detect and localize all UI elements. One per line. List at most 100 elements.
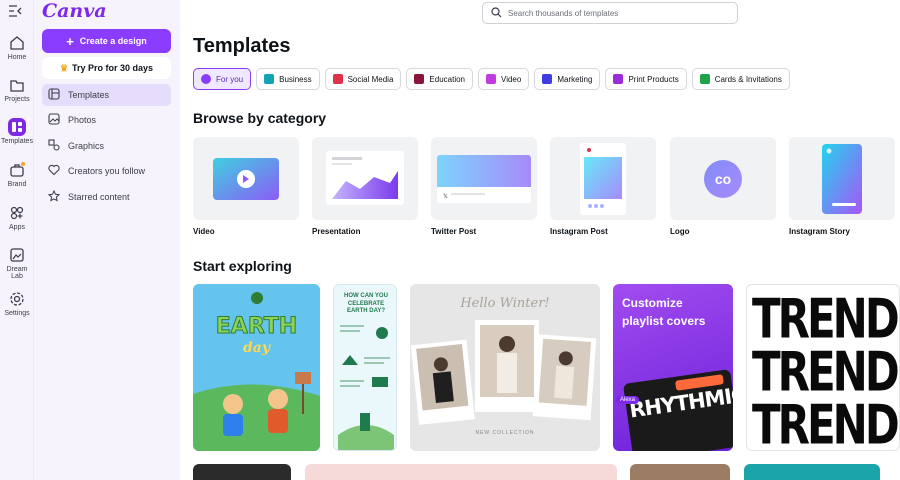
- chip-label: Video: [501, 74, 522, 84]
- star-icon: [47, 189, 61, 204]
- playlist-tag: Alexa: [616, 396, 640, 404]
- chip-label: Social Media: [347, 74, 394, 84]
- canva-logo[interactable]: Canva: [42, 0, 107, 22]
- video-icon: [486, 74, 496, 84]
- explore-heading: Start exploring: [193, 258, 292, 274]
- printer-icon: [613, 74, 624, 84]
- template-trends-text[interactable]: TRENDS TRENDS TRENDS: [746, 284, 900, 451]
- svg-text:𝕏: 𝕏: [443, 193, 448, 200]
- template-earth-day-poster[interactable]: EARTH day: [193, 284, 320, 451]
- sidebar-item-label: Templates: [68, 90, 110, 100]
- browse-heading: Browse by category: [193, 110, 327, 126]
- heart-icon: [48, 164, 60, 178]
- gear-icon: [8, 290, 26, 308]
- category-instagram-story[interactable]: [789, 137, 895, 220]
- sidebar-item-starred[interactable]: Starred content: [42, 186, 171, 208]
- templates-icon: [48, 88, 60, 102]
- sidebar-item-templates[interactable]: Templates: [42, 84, 171, 106]
- chip-label: For you: [216, 74, 244, 84]
- collapse-sidebar-icon[interactable]: [8, 4, 22, 17]
- category-video[interactable]: [193, 137, 299, 220]
- rail-projects[interactable]: Projects: [0, 76, 34, 103]
- apps-icon: [8, 204, 26, 222]
- templates-icon: [8, 118, 26, 136]
- trends-line-3: TRENDS: [752, 393, 899, 451]
- winter-subtitle: NEW COLLECTION: [475, 430, 535, 436]
- create-design-button[interactable]: + Create a design: [42, 29, 171, 53]
- category-label: Instagram Post: [550, 227, 608, 236]
- chip-cards-invitations[interactable]: Cards & Invitations: [691, 68, 790, 90]
- sidebar-item-label: Starred content: [68, 192, 130, 202]
- template-row2-3[interactable]: [630, 464, 730, 480]
- template-row2-1[interactable]: [193, 464, 291, 480]
- rail-home[interactable]: Home: [0, 34, 34, 61]
- search-input[interactable]: Search thousands of templates: [508, 9, 618, 18]
- sidebar-item-graphics[interactable]: Graphics: [42, 135, 171, 157]
- try-pro-button[interactable]: ♛ Try Pro for 30 days: [42, 57, 171, 79]
- earth-day-title: EARTH: [215, 314, 298, 340]
- sidebar-item-photos[interactable]: Photos: [42, 109, 171, 131]
- chip-print-products[interactable]: Print Products: [605, 68, 687, 90]
- sidebar: Canva + Create a design ♛ Try Pro for 30…: [34, 0, 180, 480]
- main-content: Search thousands of templates Templates …: [180, 0, 900, 480]
- megaphone-icon: [542, 74, 553, 84]
- sidebar-item-label: Graphics: [68, 141, 105, 151]
- chip-marketing[interactable]: Marketing: [534, 68, 601, 90]
- rail-brand[interactable]: Brand: [0, 161, 34, 188]
- rail-label: Home: [7, 54, 27, 61]
- category-label: Presentation: [312, 227, 361, 236]
- category-label: Twitter Post: [431, 227, 477, 236]
- chip-for-you[interactable]: For you: [193, 68, 252, 90]
- try-pro-label: Try Pro for 30 days: [72, 63, 154, 73]
- category-presentation[interactable]: [312, 137, 418, 220]
- template-earth-day-infographic[interactable]: HOW CAN YOU CELEBRATE EARTH DAY?: [333, 284, 397, 451]
- chip-education[interactable]: Education: [406, 68, 473, 90]
- sidebar-item-label: Photos: [68, 115, 97, 125]
- template-playlist-cover[interactable]: Customize playlist covers RHYTHMIC Alexa: [613, 284, 733, 451]
- sparkle-icon: [201, 74, 211, 84]
- create-design-label: Create a design: [79, 36, 147, 46]
- briefcase-icon: [264, 74, 275, 84]
- rail-label: Apps: [9, 224, 25, 231]
- rail-label: Dream Lab: [6, 266, 28, 280]
- search-icon: [491, 6, 502, 20]
- chip-label: Print Products: [628, 74, 679, 84]
- rail-label: Templates: [1, 138, 33, 145]
- category-label: Logo: [670, 227, 690, 236]
- image-icon: [48, 113, 60, 127]
- template-row2-2[interactable]: [305, 464, 617, 480]
- brand-icon: [8, 161, 26, 179]
- plus-icon: +: [66, 33, 74, 49]
- rail-settings[interactable]: Settings: [0, 290, 34, 317]
- crown-icon: ♛: [59, 62, 69, 73]
- chip-label: Marketing: [557, 74, 593, 84]
- category-label: Video: [193, 227, 215, 236]
- chip-video[interactable]: Video: [478, 68, 530, 90]
- chip-social-media[interactable]: Social Media: [324, 68, 402, 90]
- chip-label: Cards & Invitations: [714, 74, 782, 84]
- category-label: Instagram Story: [789, 227, 850, 236]
- category-instagram-post[interactable]: [550, 137, 656, 220]
- chip-business[interactable]: Business: [256, 68, 320, 90]
- icon-rail: Home Projects Templates Brand Apps Dream…: [0, 0, 34, 480]
- shapes-icon: [48, 139, 60, 153]
- rail-apps[interactable]: Apps: [0, 204, 34, 231]
- dream-lab-icon: [8, 246, 26, 264]
- earth-day-subtitle: day: [243, 340, 270, 356]
- folder-icon: [8, 76, 26, 94]
- chip-label: Education: [429, 74, 465, 84]
- search-bar[interactable]: Search thousands of templates: [482, 2, 738, 24]
- rail-templates[interactable]: Templates: [0, 118, 34, 145]
- sidebar-item-creators[interactable]: Creators you follow: [42, 160, 171, 182]
- page-title: Templates: [193, 35, 291, 57]
- category-twitter-post[interactable]: 𝕏: [431, 137, 537, 220]
- template-row2-4[interactable]: [744, 464, 880, 480]
- rail-dream-lab[interactable]: Dream Lab: [0, 246, 34, 280]
- graduation-cap-icon: [414, 74, 425, 84]
- rail-label: Projects: [4, 96, 30, 103]
- rail-label: Brand: [7, 181, 27, 188]
- template-hello-winter[interactable]: Hello Winter! NEW COLLECTION: [410, 284, 600, 451]
- home-icon: [8, 34, 26, 52]
- heart-icon: [332, 74, 343, 84]
- category-logo[interactable]: co: [670, 137, 776, 220]
